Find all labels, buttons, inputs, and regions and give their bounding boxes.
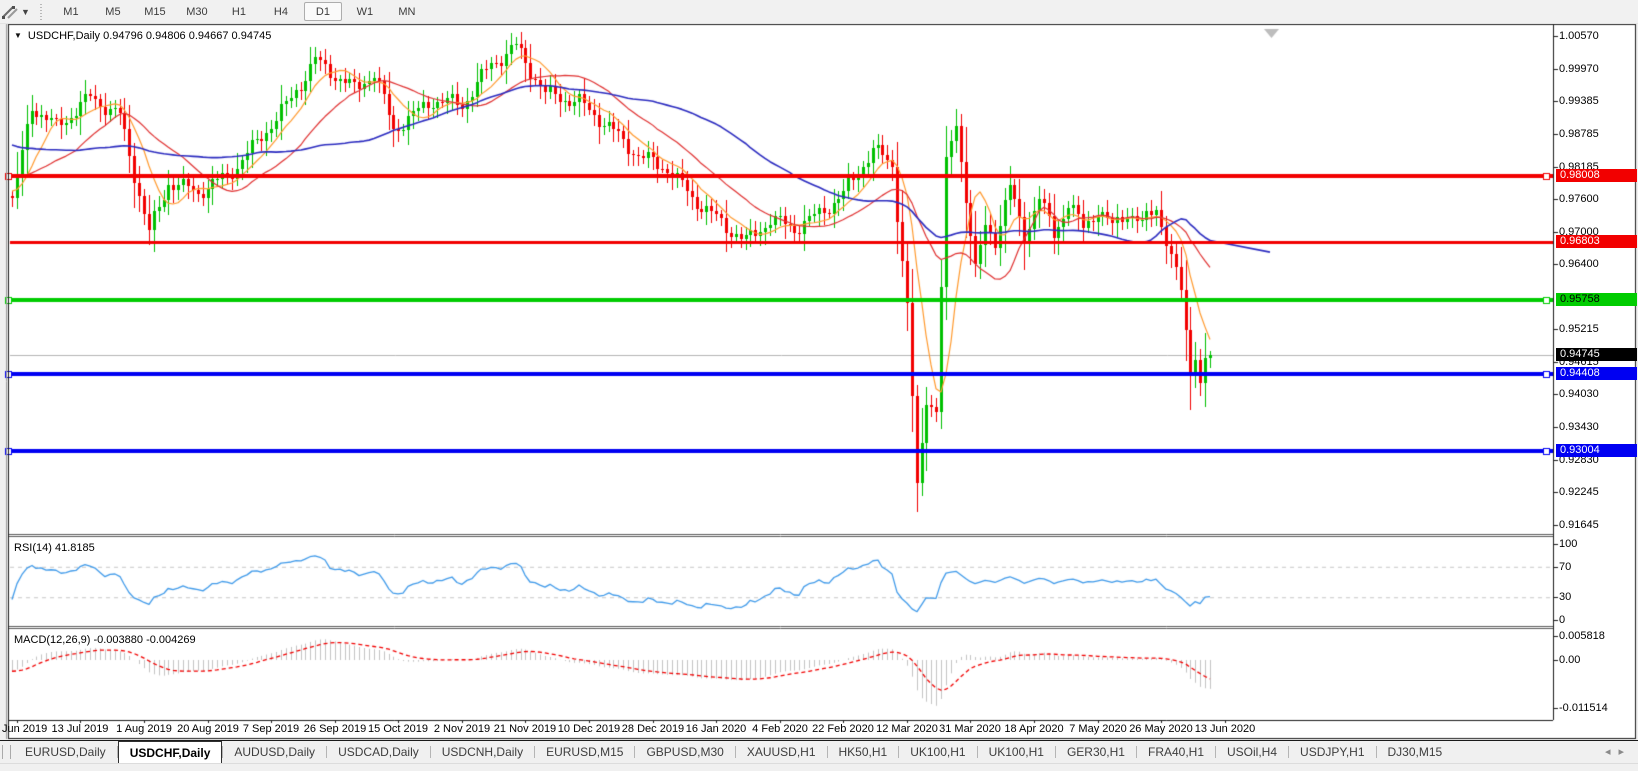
level-price-label[interactable]: 0.93004 xyxy=(1556,444,1637,457)
rsi-tick-label: 100 xyxy=(1559,538,1577,551)
date-label: 13 Jun 2020 xyxy=(1183,723,1267,736)
macd-tick-label: 0.005818 xyxy=(1559,630,1605,643)
chart-tabs: EURUSD,DailyUSDCHF,DailyAUDUSD,DailyUSDC… xyxy=(14,741,1453,763)
chart-tab-HK50-H1[interactable]: HK50,H1 xyxy=(828,741,899,763)
price-tick-label: 0.93430 xyxy=(1559,421,1599,434)
tabbar-grip-handle[interactable] xyxy=(2,745,11,759)
rsi-tick-label: 70 xyxy=(1559,561,1571,574)
price-tick-label: 0.99970 xyxy=(1559,63,1599,76)
timeframe-button-W1[interactable]: W1 xyxy=(346,2,384,21)
current-price-label: 0.94745 xyxy=(1556,348,1637,361)
timeframe-button-M30[interactable]: M30 xyxy=(178,2,216,21)
timeframe-button-H1[interactable]: H1 xyxy=(220,2,258,21)
chart-tab-GBPUSD-M30[interactable]: GBPUSD,M30 xyxy=(635,741,734,763)
timeframe-button-M15[interactable]: M15 xyxy=(136,2,174,21)
chart-tab-USOil-H4[interactable]: USOil,H4 xyxy=(1216,741,1288,763)
price-tick-label: 0.94030 xyxy=(1559,388,1599,401)
price-tick-label: 0.95215 xyxy=(1559,323,1599,336)
chart-tab-USDCHF-Daily[interactable]: USDCHF,Daily xyxy=(118,741,223,763)
level-price-label[interactable]: 0.95758 xyxy=(1556,293,1637,306)
timeframe-button-M5[interactable]: M5 xyxy=(94,2,132,21)
tab-scroll-right-icon[interactable]: ▸ xyxy=(1618,746,1632,758)
chart-tab-DJ30-M15[interactable]: DJ30,M15 xyxy=(1377,741,1454,763)
timeframe-button-M1[interactable]: M1 xyxy=(52,2,90,21)
chart-tab-EURUSD-Daily[interactable]: EURUSD,Daily xyxy=(14,741,117,763)
timeframe-button-D1[interactable]: D1 xyxy=(304,2,342,21)
tab-scroll-left-icon[interactable]: ◂ xyxy=(1605,746,1619,758)
chart-tab-GER30-H1[interactable]: GER30,H1 xyxy=(1056,741,1136,763)
level-price-label[interactable]: 0.96803 xyxy=(1556,235,1637,248)
chart-info-line: ▼ USDCHF,Daily 0.94796 0.94806 0.94667 0.… xyxy=(14,30,271,42)
collapse-caret-icon[interactable]: ▼ xyxy=(14,31,22,40)
chart-tab-UK100-H1[interactable]: UK100,H1 xyxy=(978,741,1055,763)
macd-tick-label: 0.00 xyxy=(1559,654,1580,667)
chart-tab-UK100-H1[interactable]: UK100,H1 xyxy=(899,741,976,763)
macd-tick-label: -0.011514 xyxy=(1559,702,1608,715)
chart-tab-bar: EURUSD,DailyUSDCHF,DailyAUDUSD,DailyUSDC… xyxy=(0,740,1638,763)
chart-tab-USDCNH-Daily[interactable]: USDCNH,Daily xyxy=(431,741,534,763)
timeframe-buttons: M1M5M15M30H1H4D1W1MN xyxy=(50,2,428,21)
level-price-label[interactable]: 0.94408 xyxy=(1556,367,1637,380)
ohlc-info-text: USDCHF,Daily 0.94796 0.94806 0.94667 0.9… xyxy=(28,30,271,42)
toolbar-grip-handle[interactable] xyxy=(38,4,44,20)
chart-tab-FRA40-H1[interactable]: FRA40,H1 xyxy=(1137,741,1215,763)
macd-indicator-label: MACD(12,26,9) -0.003880 -0.004269 xyxy=(14,634,196,646)
chart-tab-USDJPY-H1[interactable]: USDJPY,H1 xyxy=(1289,741,1375,763)
chart-tab-USDCAD-Daily[interactable]: USDCAD,Daily xyxy=(327,741,430,763)
rsi-indicator-label: RSI(14) 41.8185 xyxy=(14,542,95,554)
chart-canvas[interactable] xyxy=(0,0,1638,770)
timeframe-button-H4[interactable]: H4 xyxy=(262,2,300,21)
rsi-tick-label: 30 xyxy=(1559,591,1571,604)
price-tick-label: 0.96400 xyxy=(1559,258,1599,271)
level-price-label[interactable]: 0.98008 xyxy=(1556,169,1637,182)
price-tick-label: 0.91645 xyxy=(1559,519,1599,532)
tab-scroll-arrows[interactable]: ◂▸ xyxy=(1605,745,1632,758)
chart-tab-AUDUSD-Daily[interactable]: AUDUSD,Daily xyxy=(223,741,326,763)
timeframe-toolbar: ▼ M1M5M15M30H1H4D1W1MN xyxy=(0,0,1638,24)
price-tick-label: 0.98785 xyxy=(1559,128,1599,141)
price-tick-label: 1.00570 xyxy=(1559,30,1599,43)
rsi-tick-label: 0 xyxy=(1559,614,1565,627)
chart-tab-EURUSD-M15[interactable]: EURUSD,M15 xyxy=(535,741,634,763)
price-tick-label: 0.97600 xyxy=(1559,193,1599,206)
chart-periods-icon[interactable] xyxy=(1,4,19,20)
price-tick-label: 0.99385 xyxy=(1559,95,1599,108)
periods-dropdown-caret-icon[interactable]: ▼ xyxy=(21,7,30,17)
price-tick-label: 0.92245 xyxy=(1559,486,1599,499)
chart-tab-XAUUSD-H1[interactable]: XAUUSD,H1 xyxy=(736,741,827,763)
timeframe-button-MN[interactable]: MN xyxy=(388,2,426,21)
